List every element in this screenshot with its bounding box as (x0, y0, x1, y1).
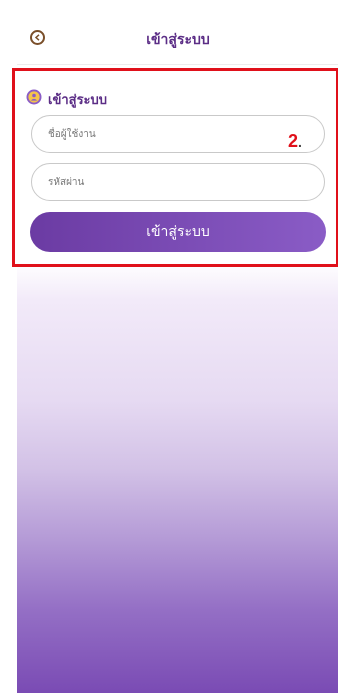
step-suffix: . (298, 134, 302, 150)
annotation-step-label: 2. (288, 131, 302, 152)
step-number: 2 (288, 131, 299, 151)
annotation-highlight-box (12, 68, 338, 267)
top-bar: เข้าสู่ระบบ (17, 0, 338, 65)
page-title: เข้าสู่ระบบ (146, 32, 210, 48)
